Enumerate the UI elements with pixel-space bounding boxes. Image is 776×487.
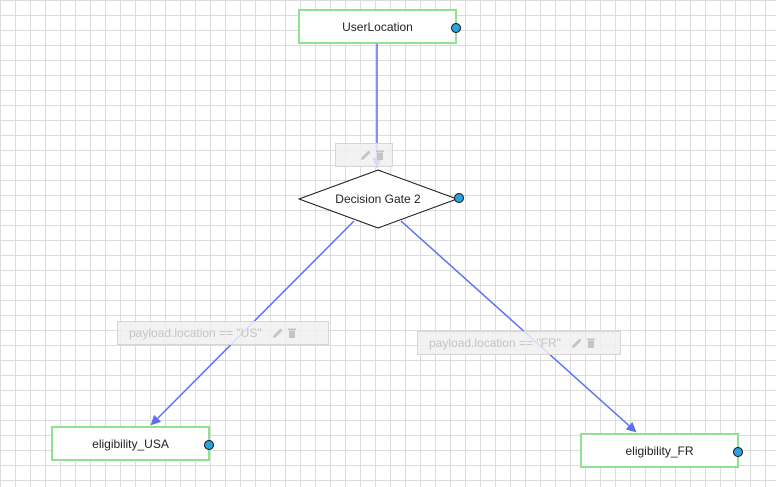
connector-port[interactable] xyxy=(733,447,743,457)
node-label: UserLocation xyxy=(342,19,413,34)
edge-condition-label: payload.location == "US" xyxy=(129,326,262,340)
connector-port[interactable] xyxy=(204,440,214,450)
flow-canvas[interactable]: payload.location == "US" payload.locatio… xyxy=(0,0,776,487)
edge-gate-to-fr[interactable] xyxy=(400,220,637,433)
edge-toolbar-fr: payload.location == "FR" xyxy=(417,331,621,355)
pencil-icon[interactable] xyxy=(571,337,583,349)
edge-layer xyxy=(150,44,637,433)
connector-port[interactable] xyxy=(454,193,464,203)
edge-condition-label: payload.location == "FR" xyxy=(429,336,561,350)
node-label: eligibility_USA xyxy=(92,436,169,451)
node-userlocation[interactable]: UserLocation xyxy=(298,9,461,44)
trash-icon[interactable] xyxy=(374,149,386,161)
node-eligibility-usa[interactable]: eligibility_USA xyxy=(51,426,214,461)
pencil-icon[interactable] xyxy=(360,149,372,161)
trash-icon[interactable] xyxy=(286,327,298,339)
edge-toolbar-us: payload.location == "US" xyxy=(117,321,329,345)
node-label: eligibility_FR xyxy=(625,443,694,458)
decision-gate-node[interactable]: Decision Gate 2 xyxy=(298,169,464,229)
node-eligibility-fr[interactable]: eligibility_FR xyxy=(580,433,743,468)
pencil-icon[interactable] xyxy=(272,327,284,339)
trash-icon[interactable] xyxy=(585,337,597,349)
connector-port[interactable] xyxy=(451,23,461,33)
edge-toolbar-userlocation xyxy=(335,143,393,167)
node-label: Decision Gate 2 xyxy=(335,192,421,206)
